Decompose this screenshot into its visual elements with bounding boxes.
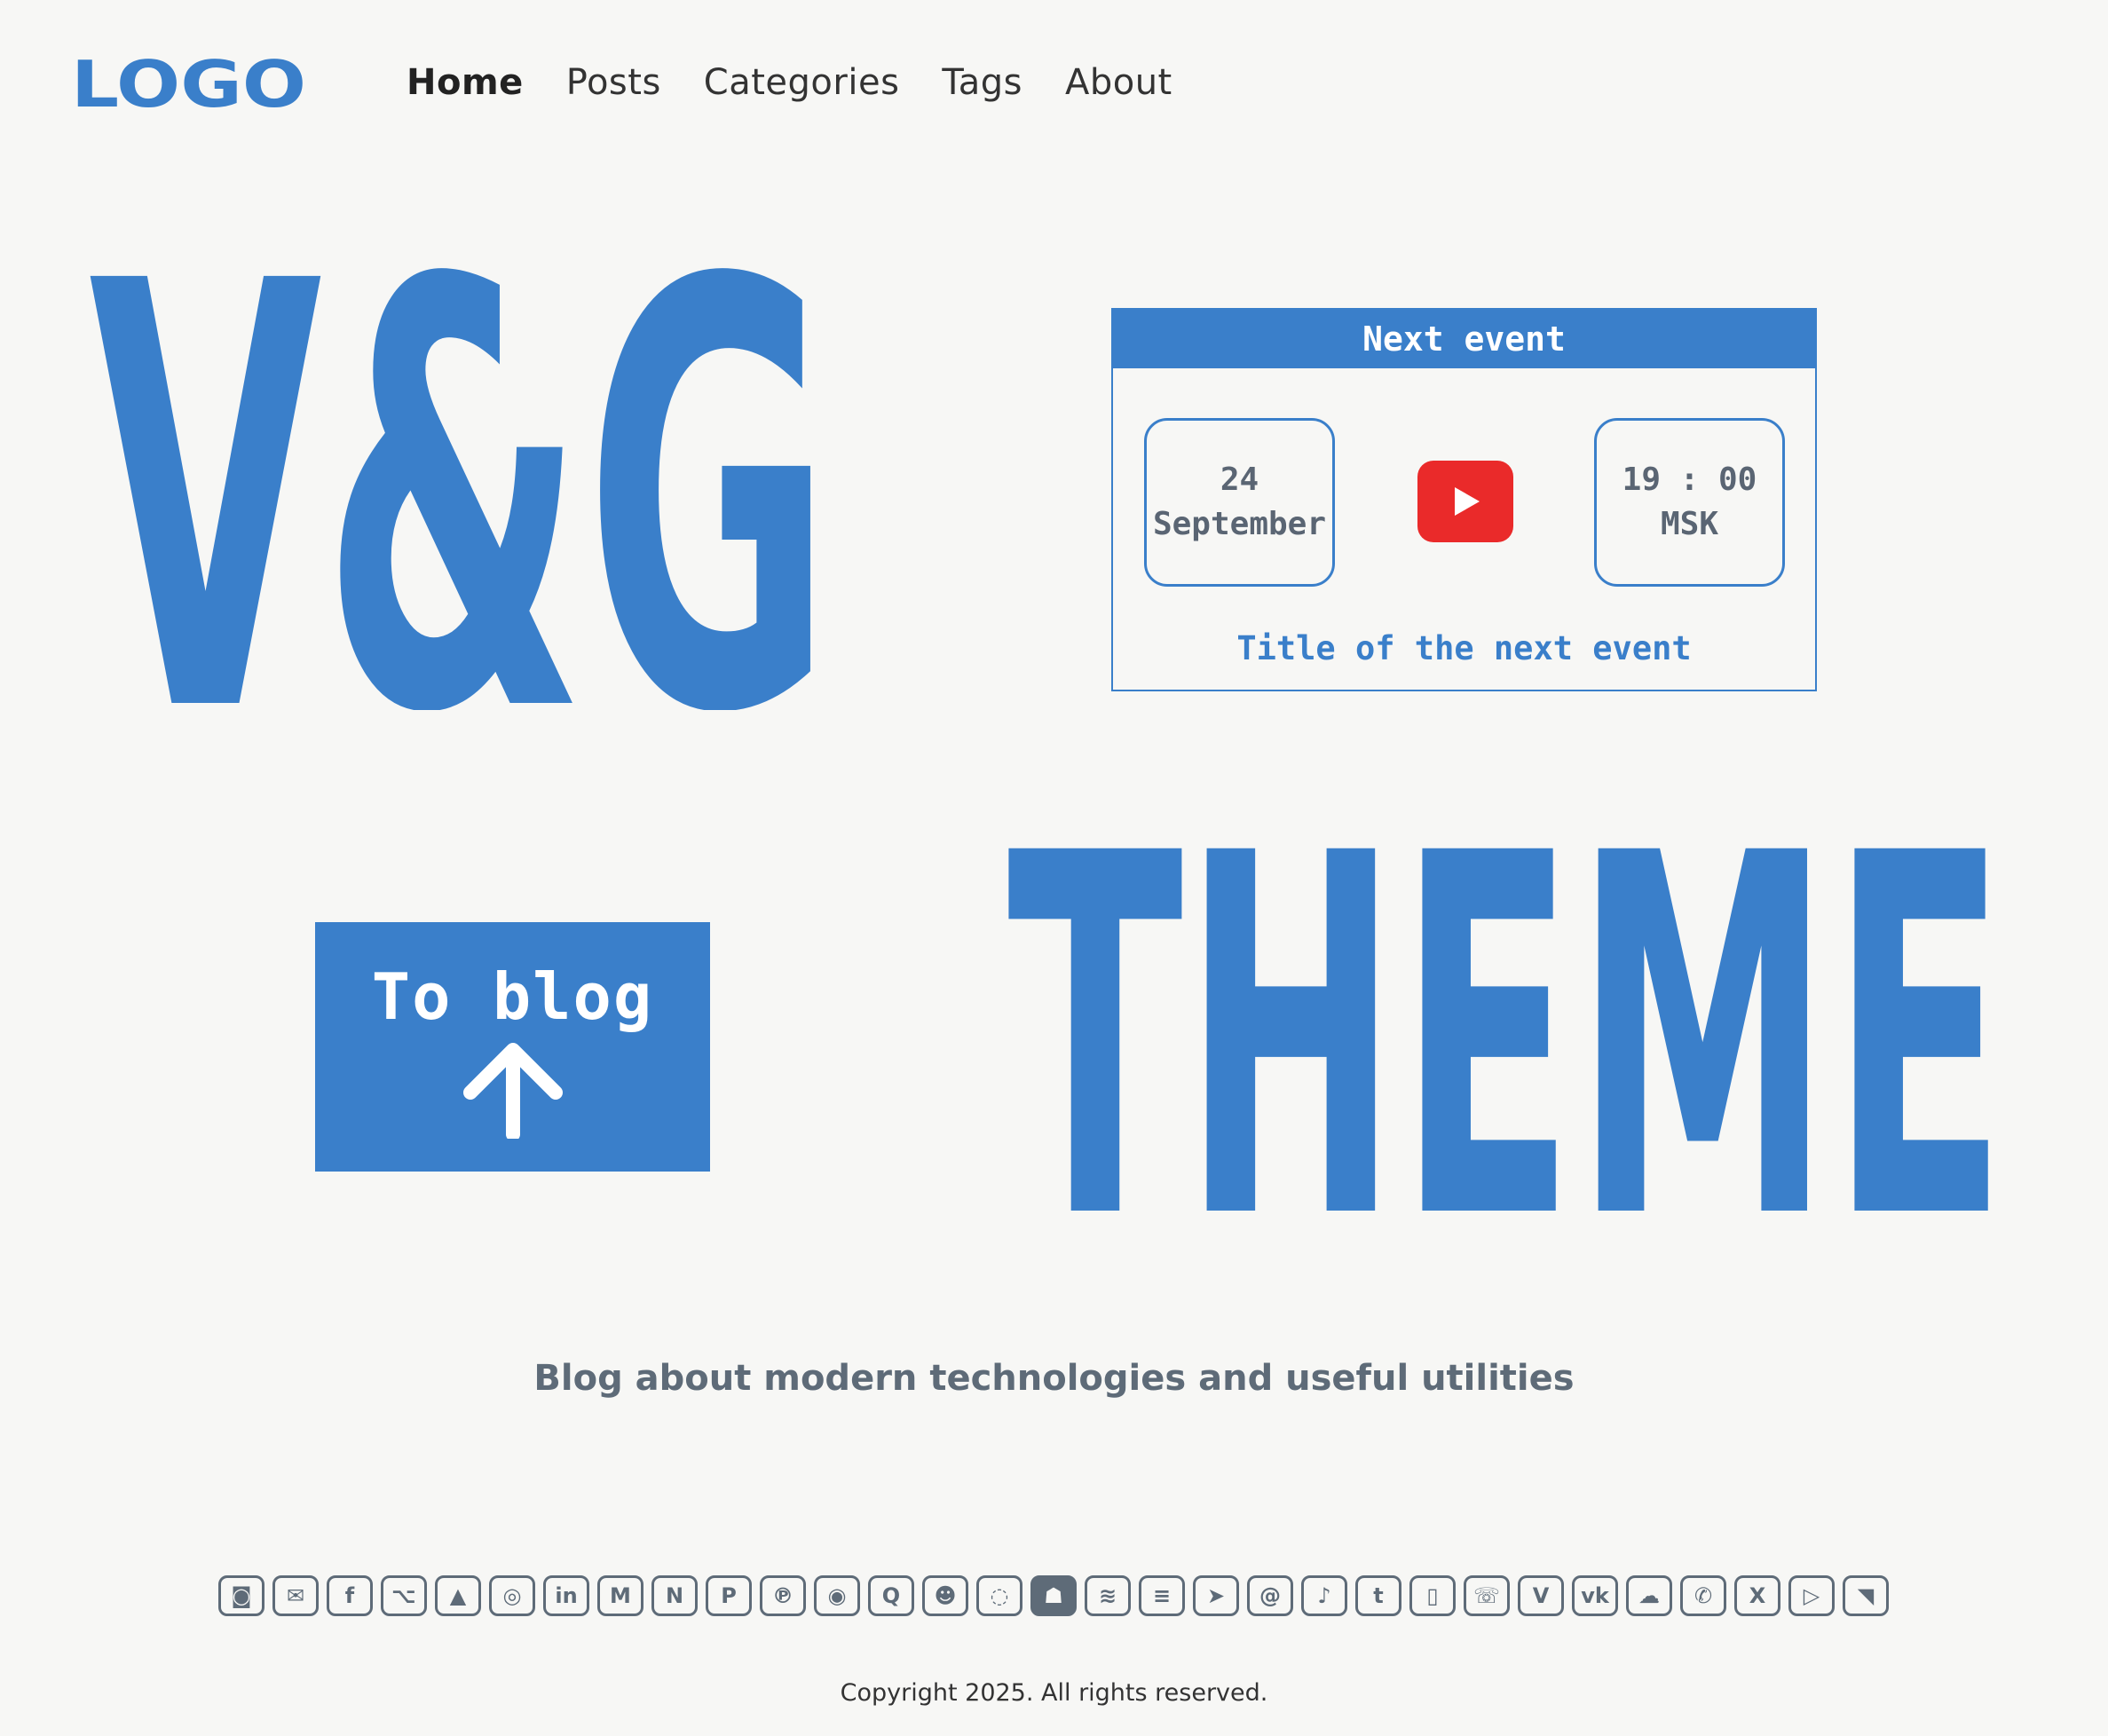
- main-nav: Home Posts Categories Tags About: [407, 62, 1215, 103]
- paypal-icon[interactable]: P: [706, 1575, 752, 1616]
- event-time: 19 : 00: [1622, 462, 1757, 498]
- x-icon[interactable]: X: [1734, 1575, 1780, 1616]
- vimeo-icon[interactable]: V: [1518, 1575, 1564, 1616]
- arrow-up-icon: [462, 1043, 563, 1139]
- discord-icon[interactable]: ◙: [218, 1575, 264, 1616]
- to-blog-button[interactable]: To blog: [315, 922, 710, 1172]
- event-time-box: 19 : 00 MSK: [1594, 418, 1785, 587]
- twitch-icon[interactable]: ▯: [1409, 1575, 1456, 1616]
- podcasts-icon[interactable]: ◉: [814, 1575, 860, 1616]
- event-timezone: MSK: [1660, 506, 1719, 542]
- nav-posts[interactable]: Posts: [566, 62, 661, 103]
- to-blog-label: To blog: [371, 959, 654, 1034]
- nav-about[interactable]: About: [1065, 62, 1172, 103]
- email-icon[interactable]: ✉: [272, 1575, 319, 1616]
- hero-theme-text: THEME: [1007, 841, 2007, 1216]
- facebook-icon[interactable]: f: [327, 1575, 373, 1616]
- vk-icon[interactable]: vk: [1572, 1575, 1618, 1616]
- tumblr-icon[interactable]: t: [1355, 1575, 1401, 1616]
- instagram-icon[interactable]: ◎: [489, 1575, 535, 1616]
- next-event-card: Next event 24 September 19 : 00 MSK Titl…: [1111, 308, 1817, 691]
- wechat-icon[interactable]: ☁: [1626, 1575, 1672, 1616]
- notion-icon[interactable]: N: [651, 1575, 698, 1616]
- whatsapp-icon[interactable]: ✆: [1680, 1575, 1726, 1616]
- hero-vg-title: V&G: [89, 249, 833, 710]
- substack-icon[interactable]: ≡: [1139, 1575, 1185, 1616]
- telegram-icon[interactable]: ➤: [1193, 1575, 1239, 1616]
- linkedin-icon[interactable]: in: [543, 1575, 589, 1616]
- event-month: September: [1152, 506, 1327, 542]
- hero-theme-title: THEME: [1007, 841, 2007, 1216]
- event-day: 24: [1220, 462, 1259, 498]
- site-logo[interactable]: LOGO: [71, 58, 311, 111]
- github-icon[interactable]: ⌥: [381, 1575, 427, 1616]
- spotify-icon[interactable]: ≋: [1085, 1575, 1131, 1616]
- social-links: ◙ ✉ f ⌥ ▲ ◎ in M N P ℗ ◉ Q ☻ ◌ ☗ ≋ ≡ ➤ @ ♪ t ▯ ☏ Vvk ☁ ✆ X ▷ ◥: [218, 1575, 1897, 1616]
- hero-vg-text: V&G: [89, 249, 833, 710]
- event-heading: Next event: [1113, 310, 1815, 368]
- snapchat-icon[interactable]: ☗: [1030, 1575, 1077, 1616]
- event-date-box: 24 September: [1144, 418, 1335, 587]
- tiktok-icon[interactable]: ♪: [1301, 1575, 1347, 1616]
- nav-home[interactable]: Home: [407, 62, 524, 103]
- signal-icon[interactable]: ◌: [976, 1575, 1022, 1616]
- google-drive-icon[interactable]: ▲: [435, 1575, 481, 1616]
- rss-icon[interactable]: ◥: [1843, 1575, 1889, 1616]
- threads-icon[interactable]: @: [1247, 1575, 1293, 1616]
- site-tagline: Blog about modern technologies and usefu…: [533, 1358, 1575, 1399]
- quora-icon[interactable]: Q: [868, 1575, 914, 1616]
- event-title[interactable]: Title of the next event: [1113, 629, 1815, 667]
- logo-text: LOGO: [71, 58, 306, 111]
- medium-icon[interactable]: M: [597, 1575, 643, 1616]
- youtube-icon[interactable]: ▷: [1788, 1575, 1835, 1616]
- viber-icon[interactable]: ☏: [1464, 1575, 1510, 1616]
- youtube-icon[interactable]: [1417, 461, 1513, 542]
- copyright-text: Copyright 2025. All rights reserved.: [840, 1679, 1268, 1707]
- pinterest-icon[interactable]: ℗: [760, 1575, 806, 1616]
- nav-categories[interactable]: Categories: [704, 62, 900, 103]
- reddit-icon[interactable]: ☻: [922, 1575, 968, 1616]
- nav-tags[interactable]: Tags: [942, 62, 1022, 103]
